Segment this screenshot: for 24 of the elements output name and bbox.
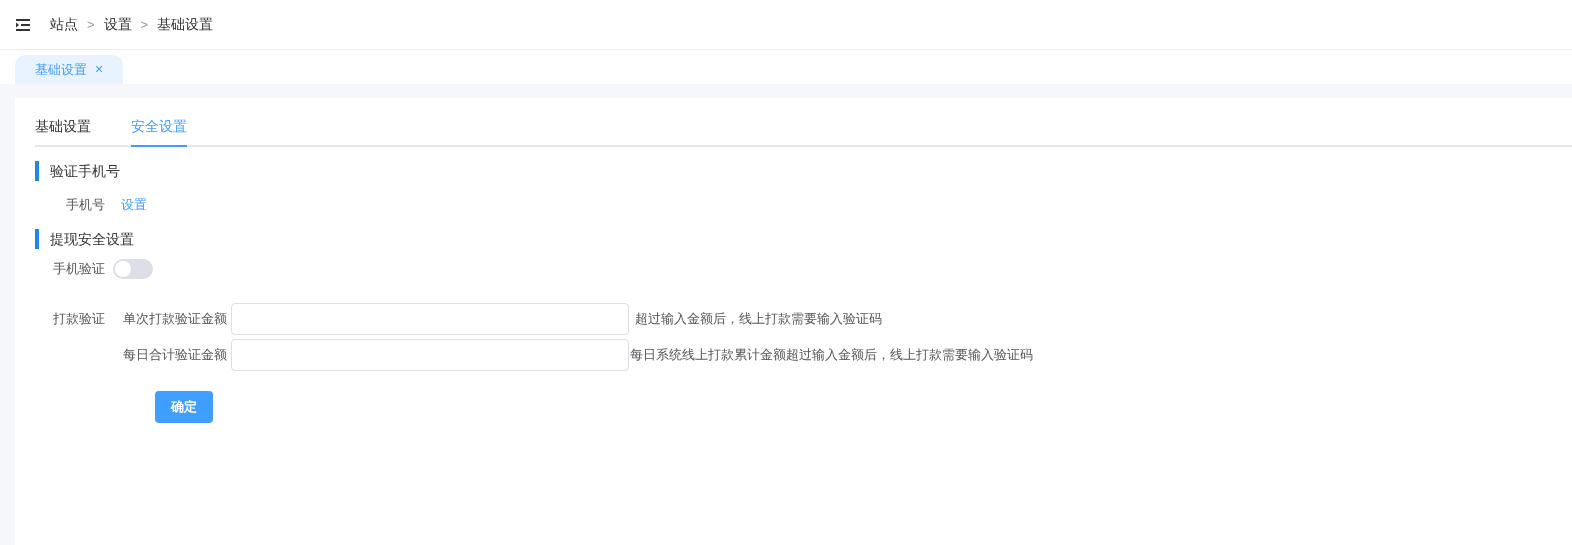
breadcrumb-separator: > (140, 15, 149, 34)
tab[interactable]: 基础设置 (35, 116, 91, 147)
field-label: 手机验证 (52, 259, 105, 278)
section-title: 提现安全设置 (35, 228, 1572, 249)
field-label: 单次打款验证金额 (122, 309, 228, 328)
page-tab[interactable]: 基础设置 × (15, 55, 124, 84)
breadcrumb-item[interactable]: 站点 (50, 14, 78, 35)
field-label: 每日合计验证金额 (122, 345, 228, 364)
hint-text: 每日系统线上打款累计金额超过输入金额后，线上打款需要输入验证码 (630, 345, 1033, 364)
input-field[interactable] (231, 338, 629, 371)
tab[interactable]: 安全设置 (131, 116, 187, 147)
input-field[interactable] (231, 302, 629, 335)
set-link[interactable]: 设置 (121, 195, 147, 215)
confirm-button[interactable]: 确定 (155, 390, 213, 423)
toggle-switch[interactable] (113, 258, 153, 279)
section-title: 验证手机号 (35, 161, 1572, 181)
hint-text: 超过输入金额后，线上打款需要输入验证码 (635, 309, 882, 328)
field-label: 手机号 (65, 196, 105, 214)
breadcrumb-item: 基础设置 (157, 15, 214, 34)
field-label: 打款验证 (52, 309, 105, 328)
breadcrumb-item[interactable]: 设置 (103, 14, 132, 35)
close-icon[interactable]: × (95, 59, 104, 80)
breadcrumb-separator: > (87, 15, 95, 34)
menu-icon[interactable] (16, 18, 30, 31)
